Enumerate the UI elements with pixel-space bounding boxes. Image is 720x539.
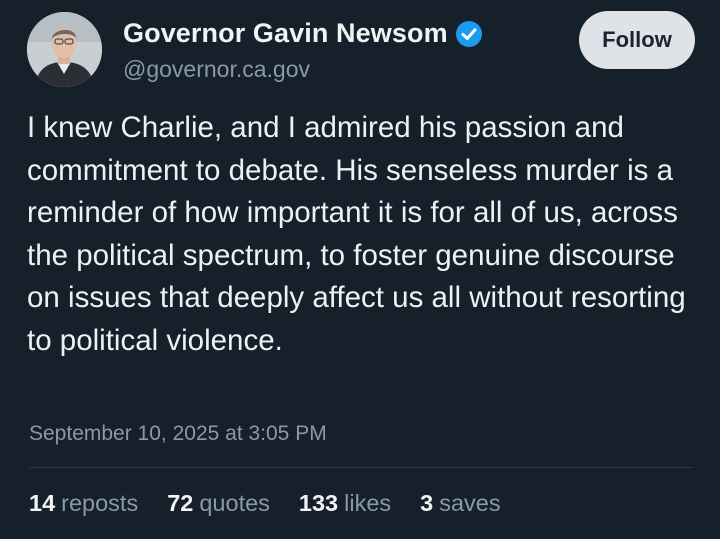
likes-count: 133 (298, 490, 339, 516)
quotes-count: 72 (167, 490, 194, 516)
post-text: I knew Charlie, and I admired his passio… (27, 111, 686, 357)
likes-stat[interactable]: 133 likes (299, 490, 391, 517)
reposts-label: reposts (61, 490, 139, 516)
follow-button[interactable]: Follow (579, 11, 695, 69)
saves-stat[interactable]: 3 saves (420, 490, 500, 517)
likes-label: likes (344, 490, 392, 516)
author-name-row: Governor Gavin Newsom (123, 18, 483, 49)
reposts-count: 14 (29, 490, 56, 516)
author-avatar[interactable] (27, 12, 102, 87)
verified-badge-icon (455, 20, 483, 48)
quotes-label: quotes (199, 490, 270, 516)
post-header: Governor Gavin Newsom @governor.ca.gov F… (27, 10, 695, 90)
author-handle[interactable]: @governor.ca.gov (123, 56, 310, 83)
divider (29, 467, 692, 468)
post-stats: 14 reposts 72 quotes 133 likes 3 saves (29, 490, 530, 517)
saves-label: saves (439, 490, 501, 516)
reposts-stat[interactable]: 14 reposts (29, 490, 138, 517)
post-timestamp[interactable]: September 10, 2025 at 3:05 PM (29, 422, 327, 446)
person-avatar-icon (27, 12, 102, 87)
author-name[interactable]: Governor Gavin Newsom (123, 18, 448, 49)
saves-count: 3 (420, 490, 434, 516)
quotes-stat[interactable]: 72 quotes (167, 490, 270, 517)
